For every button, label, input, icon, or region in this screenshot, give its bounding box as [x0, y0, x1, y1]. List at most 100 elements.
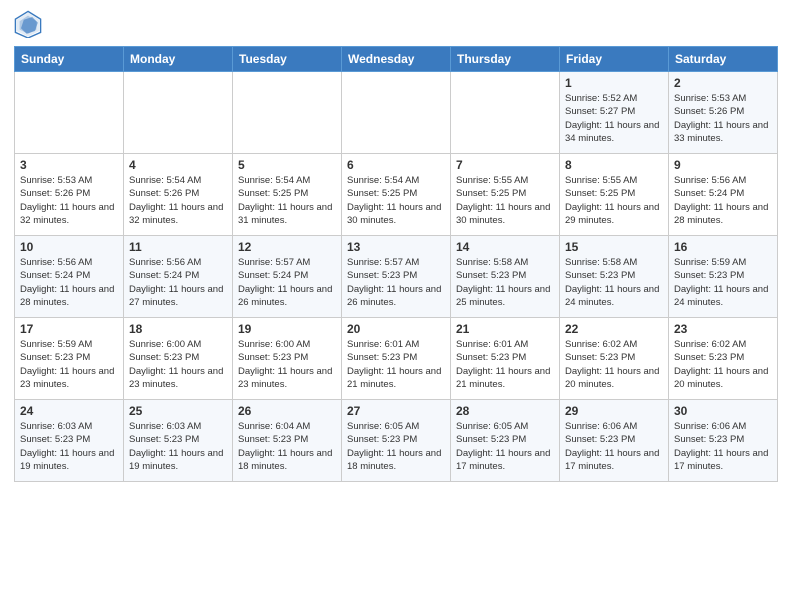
day-number: 28	[456, 404, 554, 418]
day-info: Sunrise: 5:58 AM Sunset: 5:23 PM Dayligh…	[456, 256, 554, 309]
calendar-cell: 4 Sunrise: 5:54 AM Sunset: 5:26 PM Daylig…	[124, 154, 233, 236]
calendar-cell: 5 Sunrise: 5:54 AM Sunset: 5:25 PM Daylig…	[233, 154, 342, 236]
calendar-cell: 10Sunrise: 5:56 AM Sunset: 5:24 PM Dayli…	[15, 236, 124, 318]
day-info: Sunrise: 5:57 AM Sunset: 5:24 PM Dayligh…	[238, 256, 336, 309]
calendar-week-2: 10Sunrise: 5:56 AM Sunset: 5:24 PM Dayli…	[15, 236, 778, 318]
calendar-cell: 15 Sunrise: 5:58 AM Sunset: 5:23 PM Dayli…	[560, 236, 669, 318]
day-info: Sunrise: 5:54 AM Sunset: 5:25 PM Dayligh…	[347, 174, 445, 227]
calendar-week-3: 17 Sunrise: 5:59 AM Sunset: 5:23 PM Dayli…	[15, 318, 778, 400]
day-number: 16	[674, 240, 772, 254]
day-number: 25	[129, 404, 227, 418]
day-number: 21	[456, 322, 554, 336]
page-container: SundayMondayTuesdayWednesdayThursdayFrid…	[0, 0, 792, 490]
day-number: 6	[347, 158, 445, 172]
day-number: 23	[674, 322, 772, 336]
day-info: Sunrise: 6:00 AM Sunset: 5:23 PM Dayligh…	[129, 338, 227, 391]
day-number: 7	[456, 158, 554, 172]
calendar-cell: 3 Sunrise: 5:53 AM Sunset: 5:26 PM Daylig…	[15, 154, 124, 236]
calendar-header-friday: Friday	[560, 47, 669, 72]
calendar-table: SundayMondayTuesdayWednesdayThursdayFrid…	[14, 46, 778, 482]
calendar-week-1: 3 Sunrise: 5:53 AM Sunset: 5:26 PM Daylig…	[15, 154, 778, 236]
calendar-header-wednesday: Wednesday	[342, 47, 451, 72]
day-number: 5	[238, 158, 336, 172]
day-number: 4	[129, 158, 227, 172]
day-info: Sunrise: 6:01 AM Sunset: 5:23 PM Dayligh…	[456, 338, 554, 391]
calendar-cell: 18 Sunrise: 6:00 AM Sunset: 5:23 PM Dayli…	[124, 318, 233, 400]
day-info: Sunrise: 6:02 AM Sunset: 5:23 PM Dayligh…	[674, 338, 772, 391]
calendar-week-4: 24 Sunrise: 6:03 AM Sunset: 5:23 PM Dayli…	[15, 400, 778, 482]
day-info: Sunrise: 5:59 AM Sunset: 5:23 PM Dayligh…	[674, 256, 772, 309]
calendar-cell: 19Sunrise: 6:00 AM Sunset: 5:23 PM Dayli…	[233, 318, 342, 400]
day-number: 8	[565, 158, 663, 172]
logo-icon	[14, 10, 42, 38]
day-info: Sunrise: 6:02 AM Sunset: 5:23 PM Dayligh…	[565, 338, 663, 391]
calendar-cell: 27 Sunrise: 6:05 AM Sunset: 5:23 PM Dayli…	[342, 400, 451, 482]
day-number: 10	[20, 240, 118, 254]
calendar-cell: 20 Sunrise: 6:01 AM Sunset: 5:23 PM Dayli…	[342, 318, 451, 400]
calendar-cell: 25Sunrise: 6:03 AM Sunset: 5:23 PM Dayli…	[124, 400, 233, 482]
calendar-cell: 23 Sunrise: 6:02 AM Sunset: 5:23 PM Dayli…	[669, 318, 778, 400]
day-info: Sunrise: 6:06 AM Sunset: 5:23 PM Dayligh…	[674, 420, 772, 473]
calendar-cell: 21 Sunrise: 6:01 AM Sunset: 5:23 PM Dayli…	[451, 318, 560, 400]
day-info: Sunrise: 5:56 AM Sunset: 5:24 PM Dayligh…	[674, 174, 772, 227]
day-number: 9	[674, 158, 772, 172]
day-number: 3	[20, 158, 118, 172]
day-info: Sunrise: 5:57 AM Sunset: 5:23 PM Dayligh…	[347, 256, 445, 309]
day-info: Sunrise: 5:53 AM Sunset: 5:26 PM Dayligh…	[20, 174, 118, 227]
calendar-cell: 17 Sunrise: 5:59 AM Sunset: 5:23 PM Dayli…	[15, 318, 124, 400]
day-info: Sunrise: 6:05 AM Sunset: 5:23 PM Dayligh…	[347, 420, 445, 473]
day-info: Sunrise: 6:01 AM Sunset: 5:23 PM Dayligh…	[347, 338, 445, 391]
calendar-cell: 24 Sunrise: 6:03 AM Sunset: 5:23 PM Dayli…	[15, 400, 124, 482]
day-info: Sunrise: 5:53 AM Sunset: 5:26 PM Dayligh…	[674, 92, 772, 145]
day-info: Sunrise: 5:54 AM Sunset: 5:26 PM Dayligh…	[129, 174, 227, 227]
day-info: Sunrise: 6:05 AM Sunset: 5:23 PM Dayligh…	[456, 420, 554, 473]
calendar-cell: 8 Sunrise: 5:55 AM Sunset: 5:25 PM Daylig…	[560, 154, 669, 236]
header	[14, 10, 778, 38]
day-info: Sunrise: 5:55 AM Sunset: 5:25 PM Dayligh…	[456, 174, 554, 227]
day-info: Sunrise: 6:06 AM Sunset: 5:23 PM Dayligh…	[565, 420, 663, 473]
calendar-cell: 28 Sunrise: 6:05 AM Sunset: 5:23 PM Dayli…	[451, 400, 560, 482]
day-info: Sunrise: 5:58 AM Sunset: 5:23 PM Dayligh…	[565, 256, 663, 309]
calendar-cell	[451, 72, 560, 154]
day-number: 30	[674, 404, 772, 418]
day-number: 19	[238, 322, 336, 336]
day-number: 15	[565, 240, 663, 254]
day-number: 1	[565, 76, 663, 90]
day-info: Sunrise: 5:55 AM Sunset: 5:25 PM Dayligh…	[565, 174, 663, 227]
calendar-week-0: 1 Sunrise: 5:52 AM Sunset: 5:27 PM Daylig…	[15, 72, 778, 154]
day-number: 22	[565, 322, 663, 336]
day-number: 13	[347, 240, 445, 254]
calendar-cell: 29 Sunrise: 6:06 AM Sunset: 5:23 PM Dayli…	[560, 400, 669, 482]
calendar-header-saturday: Saturday	[669, 47, 778, 72]
day-info: Sunrise: 5:54 AM Sunset: 5:25 PM Dayligh…	[238, 174, 336, 227]
day-number: 17	[20, 322, 118, 336]
calendar-cell: 9 Sunrise: 5:56 AM Sunset: 5:24 PM Daylig…	[669, 154, 778, 236]
day-info: Sunrise: 6:03 AM Sunset: 5:23 PM Dayligh…	[20, 420, 118, 473]
calendar-cell: 14 Sunrise: 5:58 AM Sunset: 5:23 PM Dayli…	[451, 236, 560, 318]
day-info: Sunrise: 6:04 AM Sunset: 5:23 PM Dayligh…	[238, 420, 336, 473]
calendar-cell	[233, 72, 342, 154]
day-info: Sunrise: 5:59 AM Sunset: 5:23 PM Dayligh…	[20, 338, 118, 391]
calendar-cell: 30 Sunrise: 6:06 AM Sunset: 5:23 PM Dayli…	[669, 400, 778, 482]
calendar-cell: 22 Sunrise: 6:02 AM Sunset: 5:23 PM Dayli…	[560, 318, 669, 400]
calendar-header-thursday: Thursday	[451, 47, 560, 72]
logo	[14, 10, 46, 38]
day-number: 24	[20, 404, 118, 418]
calendar-header-row: SundayMondayTuesdayWednesdayThursdayFrid…	[15, 47, 778, 72]
day-number: 18	[129, 322, 227, 336]
day-number: 29	[565, 404, 663, 418]
calendar-cell	[124, 72, 233, 154]
day-number: 12	[238, 240, 336, 254]
day-number: 14	[456, 240, 554, 254]
calendar-cell: 13 Sunrise: 5:57 AM Sunset: 5:23 PM Dayli…	[342, 236, 451, 318]
calendar-header-sunday: Sunday	[15, 47, 124, 72]
calendar-cell: 16 Sunrise: 5:59 AM Sunset: 5:23 PM Dayli…	[669, 236, 778, 318]
day-number: 20	[347, 322, 445, 336]
day-number: 27	[347, 404, 445, 418]
calendar-header-tuesday: Tuesday	[233, 47, 342, 72]
calendar-cell	[15, 72, 124, 154]
calendar-cell: 26 Sunrise: 6:04 AM Sunset: 5:23 PM Dayli…	[233, 400, 342, 482]
day-info: Sunrise: 5:52 AM Sunset: 5:27 PM Dayligh…	[565, 92, 663, 145]
day-number: 11	[129, 240, 227, 254]
day-number: 26	[238, 404, 336, 418]
